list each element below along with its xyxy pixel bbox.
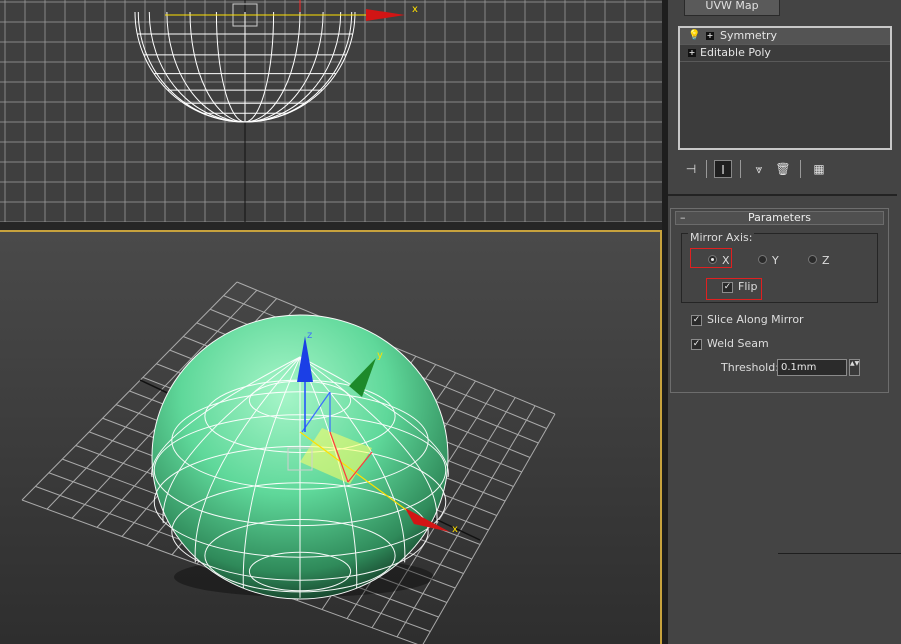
perspective-viewport-canvas[interactable]: z y x — [0, 232, 662, 644]
viewport-divider-horizontal[interactable] — [0, 222, 664, 230]
modifier-stack-list[interactable]: 💡 + Symmetry + Editable Poly — [678, 26, 892, 150]
make-unique-icon[interactable]: ⩔ — [750, 160, 768, 178]
panel-divider — [668, 194, 897, 196]
x-axis-label: x — [412, 4, 418, 15]
modify-command-panel: UVW Map 💡 + Symmetry + Editable Poly ⊣ I… — [668, 0, 901, 644]
toolbar-separator — [706, 160, 707, 178]
z-axis-label: z — [307, 330, 312, 341]
rollout-title: Parameters — [748, 211, 811, 224]
expand-plus-icon[interactable]: + — [688, 49, 696, 57]
slice-along-mirror-checkbox[interactable]: ✓ — [691, 315, 702, 326]
top-grid — [0, 0, 662, 222]
radio-dot-icon[interactable] — [758, 255, 767, 264]
top-viewport[interactable]: x — [0, 0, 662, 222]
slice-along-mirror-label: Slice Along Mirror — [707, 313, 804, 326]
parameters-rollout: – Parameters Mirror Axis: X Y Z ✓ Flip ✓… — [670, 208, 889, 393]
stack-item-label: Symmetry — [720, 29, 778, 42]
parameters-rollout-header[interactable]: – Parameters — [675, 211, 884, 225]
radio-label: Z — [822, 254, 830, 267]
show-end-result-icon[interactable]: I — [714, 160, 732, 178]
modifier-stack-toolbar: ⊣ I ⩔ 🗑 ▦ — [678, 158, 892, 180]
weld-seam-checkbox[interactable]: ✓ — [691, 339, 702, 350]
stack-item-label: Editable Poly — [700, 46, 771, 59]
y-axis-label: y — [377, 350, 383, 361]
expand-plus-icon[interactable]: + — [706, 32, 714, 40]
collapse-icon[interactable]: – — [680, 212, 686, 224]
panel-separator-line — [778, 553, 901, 554]
radio-dot-icon[interactable] — [708, 255, 717, 264]
stack-item-editable-poly[interactable]: + Editable Poly — [680, 45, 890, 62]
threshold-label: Threshold: — [721, 361, 779, 374]
stack-item-symmetry[interactable]: 💡 + Symmetry — [680, 28, 890, 45]
sphere-wireframe-top — [134, 11, 356, 123]
flip-checkbox[interactable]: ✓ — [722, 282, 733, 293]
radio-label: X — [722, 254, 730, 267]
mirror-axis-label: Mirror Axis: — [688, 231, 755, 244]
weld-seam-label: Weld Seam — [707, 337, 769, 350]
uvw-map-button[interactable]: UVW Map — [684, 0, 780, 16]
flip-label: Flip — [738, 280, 758, 293]
x-axis-label: x — [452, 524, 458, 535]
threshold-spinner[interactable]: ▲▼ — [849, 359, 860, 376]
lightbulb-icon[interactable]: 💡 — [688, 30, 700, 42]
remove-modifier-icon[interactable]: 🗑 — [774, 160, 792, 178]
mirror-axis-group: Mirror Axis: X Y Z ✓ Flip — [681, 231, 878, 303]
top-viewport-canvas[interactable]: x — [0, 0, 662, 222]
toolbar-separator — [740, 160, 741, 178]
toolbar-separator — [800, 160, 801, 178]
radio-dot-icon[interactable] — [808, 255, 817, 264]
perspective-viewport[interactable]: z y x — [0, 230, 662, 644]
threshold-input[interactable] — [777, 359, 847, 376]
radio-label: Y — [772, 254, 779, 267]
pin-stack-icon[interactable]: ⊣ — [682, 160, 700, 178]
configure-sets-icon[interactable]: ▦ — [810, 160, 828, 178]
